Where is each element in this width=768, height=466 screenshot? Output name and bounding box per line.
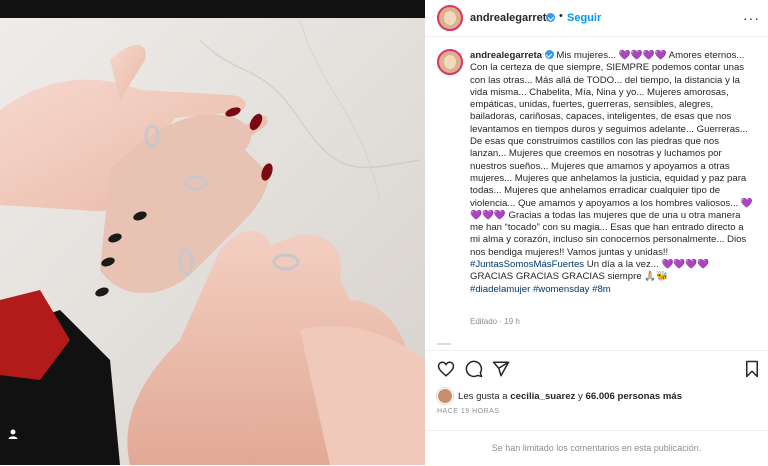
post-side-panel: andrealegarreta • Seguir ··· andrealegar… bbox=[425, 0, 768, 465]
like-icon[interactable] bbox=[437, 360, 455, 378]
header-username[interactable]: andrealegarreta bbox=[470, 12, 553, 24]
verified-icon bbox=[546, 13, 555, 22]
more-options-icon[interactable]: ··· bbox=[743, 10, 760, 26]
post-header: andrealegarreta • Seguir ··· bbox=[425, 0, 768, 37]
avatar[interactable] bbox=[437, 5, 463, 31]
purple-hearts: 💜💜💜💜 bbox=[618, 50, 667, 61]
purple-hearts: 💜💜💜💜 bbox=[661, 259, 710, 271]
action-bar bbox=[425, 350, 768, 387]
caption-area: andrealegarreta Mis mujeres... 💜💜💜💜 Amor… bbox=[425, 37, 768, 347]
post-timestamp[interactable]: HACE 19 HORAS bbox=[437, 408, 500, 415]
liker-avatar[interactable] bbox=[437, 388, 453, 404]
follow-button[interactable]: Seguir bbox=[567, 12, 601, 24]
scroll-indicator bbox=[437, 343, 451, 345]
post-photo[interactable] bbox=[0, 0, 425, 465]
caption-text: andrealegarreta Mis mujeres... 💜💜💜💜 Amor… bbox=[470, 50, 755, 296]
caption-line: Un día a la vez... bbox=[586, 259, 659, 271]
likes-and: y bbox=[578, 390, 583, 402]
hashtag-link[interactable]: #JuntasSomosMásFuertes bbox=[470, 259, 584, 270]
liker-username[interactable]: cecilia_suarez bbox=[510, 391, 575, 402]
header-dot: • bbox=[559, 10, 563, 22]
hashtag-link[interactable]: #diadelamujer bbox=[470, 284, 530, 295]
edited-text: Editado bbox=[470, 317, 498, 326]
comment-icon[interactable] bbox=[465, 360, 483, 378]
user-tag-icon[interactable] bbox=[7, 428, 19, 440]
save-icon[interactable] bbox=[743, 360, 761, 378]
edited-label: Editado · 19 h bbox=[470, 317, 520, 326]
hashtag-link[interactable]: #8m bbox=[592, 284, 611, 295]
caption-line: GRACIAS GRACIAS GRACIAS siempre bbox=[470, 271, 642, 283]
caption-line: Mujeres amorosas, empáticas, unidas, fue… bbox=[470, 86, 748, 209]
caption-line: Mis mujeres... bbox=[556, 50, 617, 61]
caption-line: Gracias a todas las mujeres que de una u… bbox=[470, 209, 747, 258]
praying-emoji: 🙏🏼🐝 bbox=[644, 271, 669, 283]
verified-icon bbox=[544, 50, 554, 59]
caption-avatar[interactable] bbox=[437, 49, 463, 75]
hands-photo bbox=[0, 0, 425, 465]
share-icon[interactable] bbox=[492, 360, 510, 378]
likes-prefix: Les gusta a bbox=[458, 390, 508, 402]
likes-count[interactable]: 66.006 personas más bbox=[586, 391, 683, 402]
likes-summary: Les gusta a cecilia_suarez y 66.006 pers… bbox=[437, 388, 682, 404]
caption-username[interactable]: andrealegarreta bbox=[470, 50, 542, 61]
edited-time: 19 h bbox=[504, 317, 520, 326]
hashtag-link[interactable]: #womensday bbox=[533, 284, 590, 295]
comments-limited-notice: Se han limitado los comentarios en esta … bbox=[425, 430, 768, 466]
